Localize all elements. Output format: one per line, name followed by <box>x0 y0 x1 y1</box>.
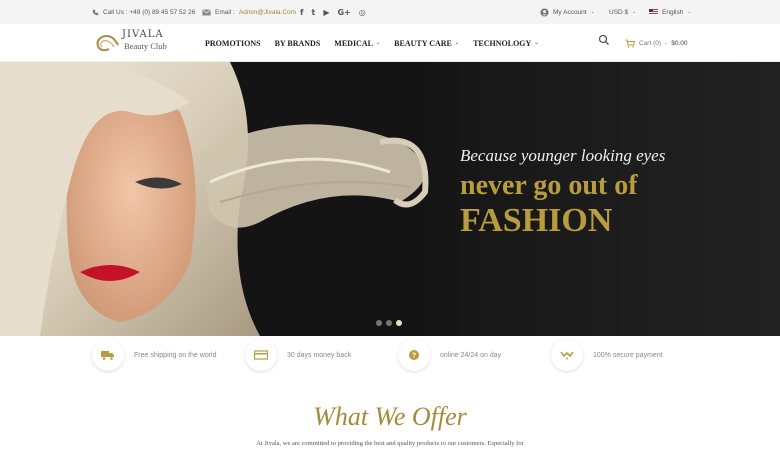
site-logo[interactable]: JIVALA Beauty Club <box>94 27 184 57</box>
feature-icon-wrap <box>551 339 583 371</box>
features-strip: Free shipping on the world 30 days money… <box>0 336 780 374</box>
feature-text: 100% secure payment <box>593 351 663 359</box>
chevron-down-icon: ⌄ <box>375 41 381 46</box>
nav-label: BY BRANDS <box>274 38 321 48</box>
social-links: f t ▶ G+ ◎ <box>300 0 366 24</box>
slider-dot[interactable] <box>376 320 382 326</box>
language-dropdown[interactable]: English ⌄ <box>649 0 692 24</box>
currency-dropdown[interactable]: USD $ ⌄ <box>609 0 636 24</box>
user-icon <box>540 7 549 17</box>
nav-medical[interactable]: MEDICAL ⌄ <box>334 39 380 48</box>
hero-model-image <box>0 62 430 336</box>
svg-text:?: ? <box>412 353 416 360</box>
slider-dot[interactable] <box>386 320 392 326</box>
nav-label: PROMOTIONS <box>205 38 261 48</box>
feature-icon-wrap <box>92 339 124 371</box>
support-icon: ? <box>409 350 419 360</box>
nav-label: MEDICAL <box>334 38 373 48</box>
money-icon <box>254 350 268 360</box>
slider-dot-active[interactable] <box>396 320 402 326</box>
email-contact: Email : Admin@Jivala.Com <box>202 0 296 24</box>
account-dropdown[interactable]: My Account ⌄ <box>540 0 595 24</box>
feature-text: 30 days money back <box>287 351 352 359</box>
feature-text: online 24/24 on day <box>440 351 502 359</box>
cart-amount: $0.00 <box>671 39 688 47</box>
hero-headline: never go out of <box>460 170 638 201</box>
email-link[interactable]: Admin@Jivala.Com <box>239 9 296 16</box>
feature-free-shipping: Free shipping on the world <box>92 339 217 371</box>
hero-tagline: Because younger looking eyes <box>460 146 666 165</box>
phone-icon <box>92 9 99 15</box>
top-bar: Call Us : +49 (0) 89 45 57 52 26 Email :… <box>0 0 780 24</box>
us-flag-icon <box>649 9 658 15</box>
nav-by-brands[interactable]: BY BRANDS <box>275 39 321 48</box>
secure-icon <box>560 351 574 360</box>
nav-label: BEAUTY CARE <box>394 38 452 48</box>
cart-label: Cart (0) <box>639 39 662 47</box>
feature-icon-wrap <box>245 339 277 371</box>
section-intro: At Jivala, we are committed to providing… <box>256 440 524 447</box>
section-title: What We Offer <box>313 402 467 431</box>
chevron-down-icon: ⌄ <box>590 9 595 15</box>
feature-icon-wrap: ? <box>398 339 430 371</box>
currency-label: USD $ <box>609 8 629 16</box>
language-label: English <box>662 8 684 16</box>
nav-technology[interactable]: TECHNOLOGY ⌄ <box>473 39 538 48</box>
nav-beauty-care[interactable]: BEAUTY CARE ⌄ <box>394 39 459 48</box>
phone-text: Call Us : +49 (0) 89 45 57 52 26 <box>103 8 196 16</box>
google-plus-icon[interactable]: G+ <box>337 8 350 17</box>
truck-icon <box>101 351 114 360</box>
cart-separator: - <box>665 39 668 47</box>
nav-promotions[interactable]: PROMOTIONS <box>205 39 261 48</box>
main-header: JIVALA Beauty Club PROMOTIONS BY BRANDS … <box>0 24 780 62</box>
search-icon[interactable] <box>598 34 610 46</box>
hero-headline-emphasis: FASHION <box>460 202 613 239</box>
feature-secure-payment: 100% secure payment <box>551 339 663 371</box>
facebook-icon[interactable]: f <box>300 8 303 17</box>
slider-pagination <box>376 320 402 326</box>
hero-slider[interactable]: Because younger looking eyes never go ou… <box>0 62 780 336</box>
logo-swirl-icon <box>96 35 119 52</box>
envelope-icon <box>202 8 211 15</box>
instagram-icon[interactable]: ◎ <box>359 8 366 17</box>
youtube-icon[interactable]: ▶ <box>323 8 329 17</box>
chevron-down-icon: ⌄ <box>454 41 460 46</box>
nav-label: TECHNOLOGY <box>473 38 532 48</box>
phone-contact: Call Us : +49 (0) 89 45 57 52 26 <box>92 0 195 24</box>
chevron-down-icon: ⌄ <box>687 9 692 15</box>
feature-money-back: 30 days money back <box>245 339 352 371</box>
feature-support: ? online 24/24 on day <box>398 339 502 371</box>
logo-subtitle: Beauty Club <box>124 41 167 51</box>
chevron-down-icon: ⌄ <box>534 41 539 46</box>
logo-brand: JIVALA <box>122 29 164 40</box>
cart-icon <box>625 39 635 48</box>
chevron-down-icon: ⌄ <box>632 9 637 15</box>
feature-text: Free shipping on the world <box>134 351 217 359</box>
main-nav: PROMOTIONS BY BRANDS MEDICAL ⌄ BEAUTY CA… <box>205 24 539 62</box>
email-label: Email : <box>215 8 235 16</box>
cart-button[interactable]: Cart (0) - $0.00 <box>625 24 687 62</box>
twitter-icon[interactable]: t <box>311 8 315 17</box>
account-label: My Account <box>553 8 587 16</box>
